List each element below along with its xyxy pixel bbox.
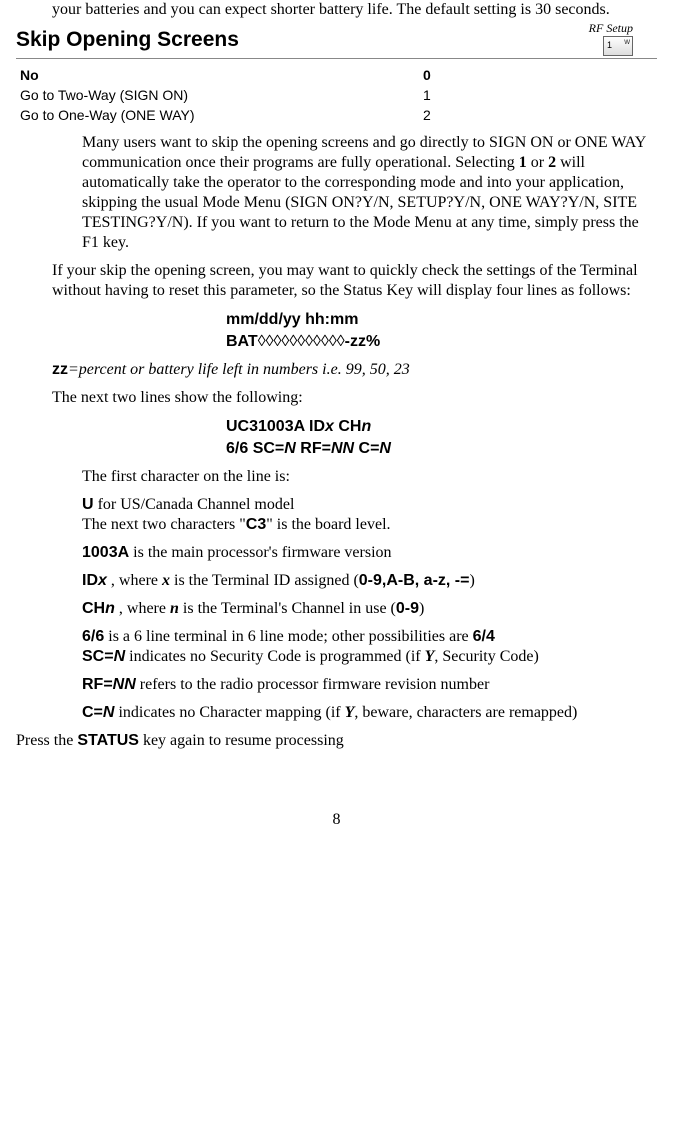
page-number: 8 (16, 811, 657, 829)
heading-row: Skip Opening Screens RF Setup 1 w (16, 28, 657, 59)
rf-setup-label: RF Setup (589, 22, 633, 34)
text: BAT (226, 333, 258, 350)
option-value: 0 (423, 65, 439, 85)
paragraph-skip-desc: Many users want to skip the opening scre… (82, 133, 657, 253)
text: , where (115, 600, 170, 617)
paragraph-status-key: If your skip the opening screen, you may… (52, 261, 657, 301)
text: " is the board level. (266, 516, 390, 533)
text: indicates no Character mapping (if (114, 704, 344, 721)
text: key again to resume processing (139, 732, 344, 749)
text: RF= (82, 676, 113, 693)
status-display-block: mm/dd/yy hh:mm BAT◊◊◊◊◊◊◊◊◊◊◊-zz% (226, 309, 657, 352)
text: RF= (296, 440, 331, 457)
text: is the Terminal's Channel in use ( (179, 600, 396, 617)
text: ) (419, 600, 424, 617)
rf-icon-sub: w (624, 38, 630, 46)
text: C3 (246, 516, 266, 533)
text: Y (345, 704, 355, 721)
text: NN (331, 440, 354, 457)
text: percent or battery life left in numbers … (79, 361, 410, 378)
text: U (82, 496, 94, 513)
text: x (325, 418, 334, 435)
text: C= (82, 704, 103, 721)
text: for US/Canada Channel model (94, 496, 295, 513)
text: indicates no Security Code is programmed… (125, 648, 424, 665)
paragraph-id: IDx , where x is the Terminal ID assigne… (82, 571, 657, 591)
status-line-datetime: mm/dd/yy hh:mm (226, 309, 657, 331)
text: CH (334, 418, 362, 435)
text: SC= (82, 648, 114, 665)
table-row: No 0 (20, 65, 439, 85)
text: 6/6 (82, 628, 104, 645)
option-value: 2 (423, 105, 439, 125)
paragraph-first-char: The first character on the line is: (82, 467, 657, 487)
text: n (170, 600, 179, 617)
rf-setup-block: RF Setup 1 w (589, 22, 657, 56)
text: C= (354, 440, 379, 457)
paragraph-cn: C=N indicates no Character mapping (if Y… (82, 703, 657, 723)
paragraph-next-two-lines: The next two lines show the following: (52, 388, 657, 408)
text: , where (107, 572, 162, 589)
text: 6/4 (473, 628, 495, 645)
option-label: Go to One-Way (ONE WAY) (20, 105, 423, 125)
paragraph-ch: CHn , where n is the Terminal's Channel … (82, 599, 657, 619)
text: = (68, 361, 79, 378)
text: The next two characters " (82, 516, 246, 533)
battery-gauge-icon: ◊◊◊◊◊◊◊◊◊◊◊ (258, 333, 345, 350)
text: refers to the radio processor firmware r… (136, 676, 490, 693)
text: ID (82, 572, 98, 589)
text: CH (82, 600, 105, 617)
paragraph-1003a: 1003A is the main processor's firmware v… (82, 543, 657, 563)
rf-setup-icon: 1 w (603, 36, 633, 56)
paragraph-rf: RF=NN refers to the radio processor firm… (82, 675, 657, 695)
paragraph-press-status: Press the STATUS key again to resume pro… (16, 731, 657, 751)
text: , beware, characters are remapped) (354, 704, 577, 721)
page-content: your batteries and you can expect shorte… (0, 0, 673, 849)
table-row: Go to One-Way (ONE WAY) 2 (20, 105, 439, 125)
text: 0-9,A-B, a-z, -= (359, 572, 470, 589)
text: 2 (548, 154, 556, 171)
text: , Security Code) (434, 648, 538, 665)
text: or (527, 154, 548, 171)
text: Y (425, 648, 435, 665)
text: 1 (519, 154, 527, 171)
text: is the main processor's firmware version (129, 544, 391, 561)
text: N (114, 648, 126, 665)
option-value: 1 (423, 85, 439, 105)
text: NN (113, 676, 136, 693)
options-table: No 0 Go to Two-Way (SIGN ON) 1 Go to One… (20, 65, 439, 125)
section-heading: Skip Opening Screens (16, 28, 239, 52)
status-line-battery: BAT◊◊◊◊◊◊◊◊◊◊◊-zz% (226, 331, 657, 353)
text: STATUS (77, 732, 139, 749)
text: UC31003A ID (226, 418, 325, 435)
intro-paragraph: your batteries and you can expect shorte… (52, 0, 657, 20)
text: 6/6 SC= (226, 440, 284, 457)
rf-icon-text: 1 (607, 40, 612, 50)
text: n (105, 600, 115, 617)
text: 1003A (82, 544, 129, 561)
text: -zz% (345, 333, 381, 350)
table-row: Go to Two-Way (SIGN ON) 1 (20, 85, 439, 105)
text: Press the (16, 732, 77, 749)
text: x (162, 572, 170, 589)
text: N (379, 440, 391, 457)
text: ) (469, 572, 474, 589)
option-label: Go to Two-Way (SIGN ON) (20, 85, 423, 105)
uc-line-1: UC31003A IDx CHn (226, 416, 657, 438)
text: is a 6 line terminal in 6 line mode; oth… (104, 628, 472, 645)
text: x (98, 572, 107, 589)
text: N (284, 440, 296, 457)
text: n (361, 418, 371, 435)
text: 0-9 (396, 600, 419, 617)
option-label: No (20, 65, 423, 85)
text: zz (52, 361, 68, 378)
zz-definition: zz=percent or battery life left in numbe… (52, 360, 657, 380)
text: N (103, 704, 115, 721)
paragraph-six-sc: 6/6 is a 6 line terminal in 6 line mode;… (82, 627, 657, 667)
uc-display-block: UC31003A IDx CHn 6/6 SC=N RF=NN C=N (226, 416, 657, 459)
uc-line-2: 6/6 SC=N RF=NN C=N (226, 438, 657, 460)
text: is the Terminal ID assigned ( (170, 572, 359, 589)
paragraph-u-desc: U for US/Canada Channel model The next t… (82, 495, 657, 535)
